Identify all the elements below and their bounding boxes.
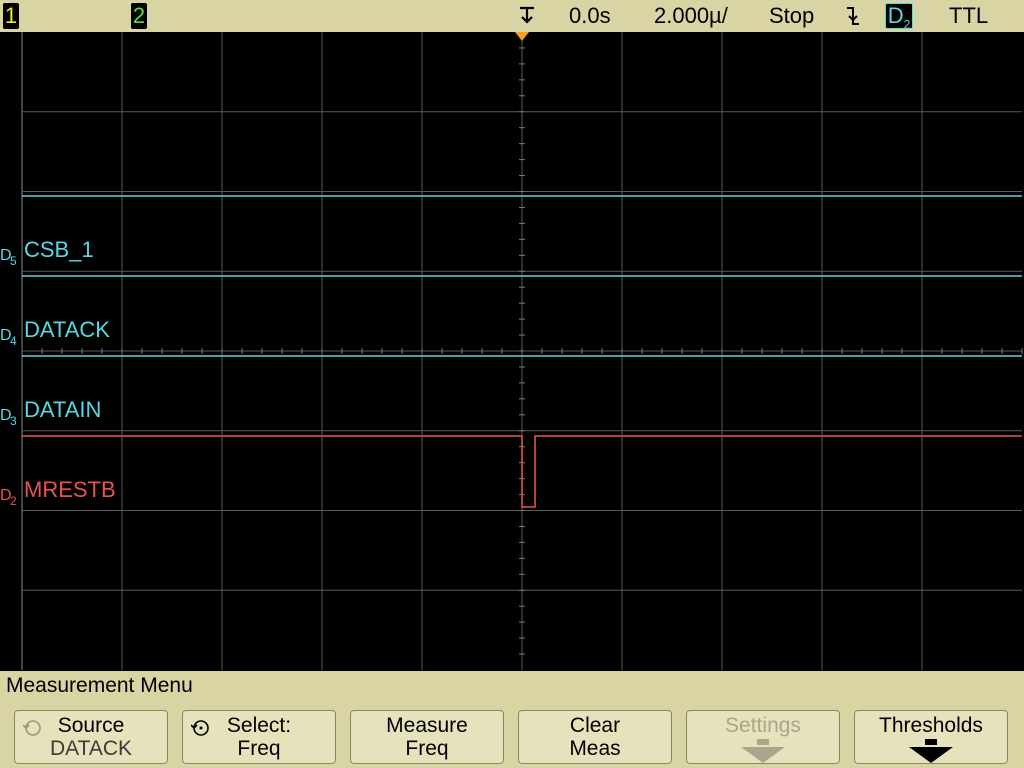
channel-name-label: DATACK bbox=[24, 317, 110, 342]
menu-title: Measurement Menu bbox=[0, 671, 1024, 701]
channel-2-indicator[interactable]: 2 bbox=[131, 3, 147, 29]
falling-edge-icon bbox=[845, 4, 861, 34]
channel-id-sub: 2 bbox=[10, 494, 17, 508]
submenu-arrow-icon bbox=[757, 739, 769, 745]
softkey-bar: Source DATACK Select: Freq Measure Freq … bbox=[0, 701, 1024, 768]
trigger-source-indicator[interactable]: D2 bbox=[885, 3, 913, 31]
channel-name-label: MRESTB bbox=[24, 477, 116, 502]
run-state[interactable]: Stop bbox=[769, 3, 814, 29]
measure-softkey[interactable]: Measure Freq bbox=[350, 710, 504, 764]
waveform-display[interactable]: D5 CSB_1D4 DATACKD3 DATAIND2 MRESTB bbox=[0, 32, 1024, 670]
channel-id-sub: 4 bbox=[10, 334, 17, 348]
settings-softkey[interactable]: Settings bbox=[686, 710, 840, 764]
rotary-knob-icon bbox=[23, 720, 41, 736]
trigger-level[interactable]: TTL bbox=[949, 3, 988, 29]
graticule bbox=[21, 32, 1023, 670]
select-softkey[interactable]: Select: Freq bbox=[182, 710, 336, 764]
source-softkey[interactable]: Source DATACK bbox=[14, 710, 168, 764]
rotary-knob-icon bbox=[191, 720, 209, 736]
channel-1-indicator[interactable]: 1 bbox=[3, 3, 19, 29]
channel-name-label: CSB_1 bbox=[24, 237, 94, 262]
channel-id-sub: 5 bbox=[10, 254, 17, 268]
clear-meas-softkey[interactable]: Clear Meas bbox=[518, 710, 672, 764]
trigger-marker bbox=[515, 32, 529, 41]
channel-labels: D5 CSB_1D4 DATACKD3 DATAIND2 MRESTB bbox=[0, 237, 116, 508]
channel-id-sub: 3 bbox=[10, 414, 17, 428]
timebase[interactable]: 2.000µ/ bbox=[654, 3, 728, 29]
status-bar: 1 2 0.0s 2.000µ/ Stop D2 TTL bbox=[0, 0, 1024, 32]
oscilloscope-screen: 1 2 0.0s 2.000µ/ Stop D2 TTL D 5 CSB_1 D 4 DA… bbox=[0, 0, 1024, 768]
trigger-position-icon bbox=[516, 2, 538, 32]
thresholds-softkey[interactable]: Thresholds bbox=[854, 710, 1008, 764]
time-position[interactable]: 0.0s bbox=[569, 3, 611, 29]
trace-mrestb bbox=[22, 435, 1022, 508]
channel-name-label: DATAIN bbox=[24, 397, 101, 422]
submenu-arrow-icon bbox=[925, 739, 937, 745]
